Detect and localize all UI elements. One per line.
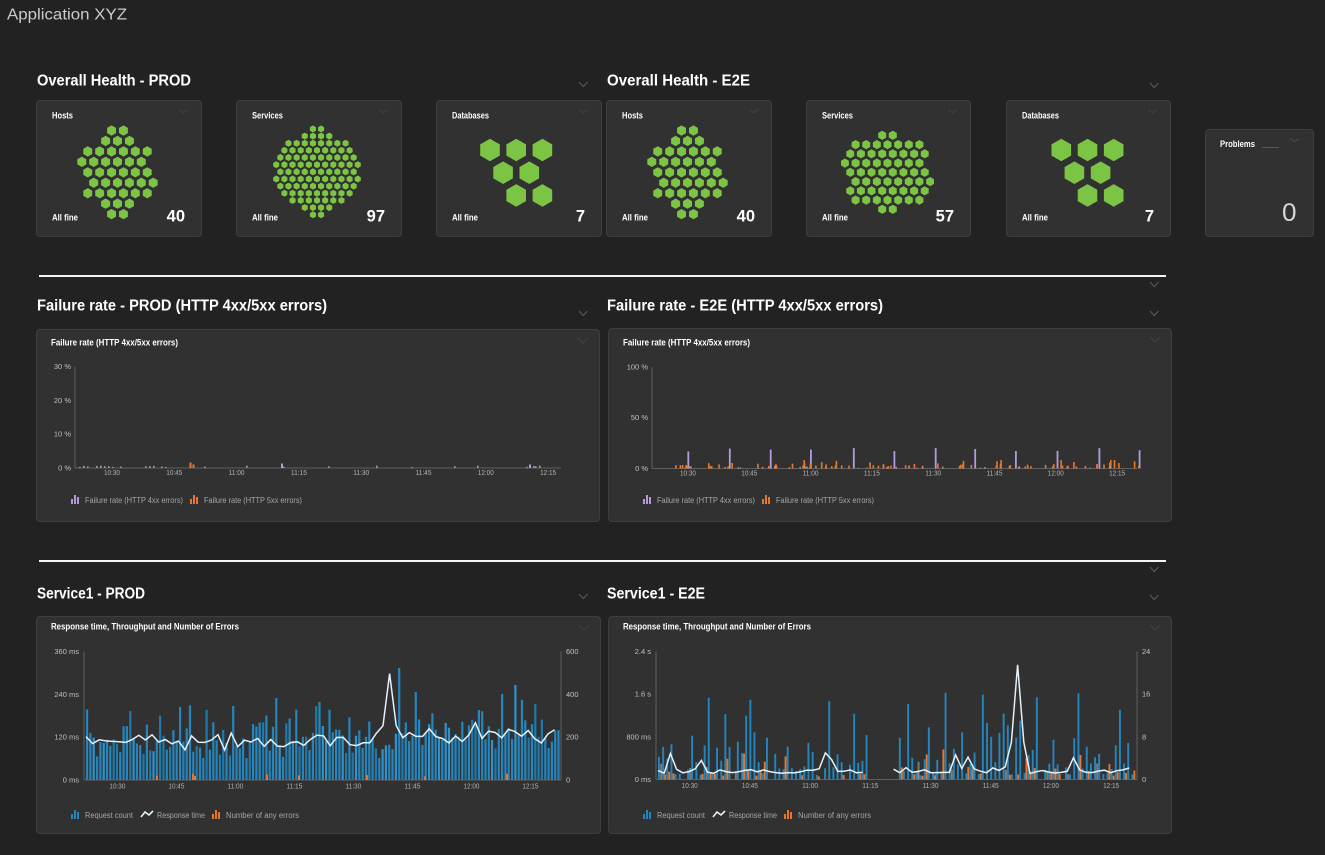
svg-text:50 %: 50 %	[631, 413, 648, 422]
svg-text:120 ms: 120 ms	[54, 733, 79, 742]
svg-text:Failure rate (HTTP 5xx errors): Failure rate (HTTP 5xx errors)	[204, 496, 302, 505]
svg-text:Failure rate (HTTP 4xx errors): Failure rate (HTTP 4xx errors)	[657, 496, 755, 505]
svg-text:40: 40	[737, 208, 755, 226]
svg-text:12:15: 12:15	[1103, 781, 1119, 790]
svg-text:12:15: 12:15	[1109, 469, 1125, 478]
svg-text:10:45: 10:45	[741, 469, 757, 478]
svg-text:97: 97	[367, 208, 385, 226]
svg-text:All fine: All fine	[452, 213, 478, 223]
svg-text:11:30: 11:30	[345, 782, 361, 791]
svg-text:All fine: All fine	[622, 213, 648, 223]
svg-text:Services: Services	[252, 111, 283, 121]
svg-text:11:15: 11:15	[864, 469, 880, 478]
svg-text:0: 0	[1282, 199, 1297, 227]
svg-text:11:30: 11:30	[353, 468, 369, 477]
svg-text:10:45: 10:45	[168, 782, 184, 791]
svg-text:Hosts: Hosts	[52, 111, 73, 121]
svg-text:Services: Services	[822, 111, 853, 121]
svg-text:10 %: 10 %	[54, 430, 71, 439]
svg-text:Response time: Response time	[729, 811, 777, 820]
svg-text:Request count: Request count	[85, 811, 134, 820]
svg-text:11:15: 11:15	[862, 781, 878, 790]
svg-text:Number of any errors: Number of any errors	[226, 811, 299, 820]
svg-text:11:15: 11:15	[291, 468, 307, 477]
svg-text:Failure rate (HTTP 4xx errors): Failure rate (HTTP 4xx errors)	[85, 496, 183, 505]
svg-text:Databases: Databases	[452, 111, 489, 121]
svg-text:Hosts: Hosts	[622, 111, 643, 121]
svg-text:Failure rate (HTTP 5xx errors): Failure rate (HTTP 5xx errors)	[776, 496, 874, 505]
svg-text:11:15: 11:15	[286, 782, 302, 791]
svg-text:0 ms: 0 ms	[63, 775, 80, 784]
svg-text:12:15: 12:15	[522, 782, 538, 791]
svg-text:Service1 - PROD: Service1 - PROD	[37, 586, 145, 603]
svg-text:16: 16	[1142, 690, 1150, 699]
svg-text:12:15: 12:15	[540, 468, 556, 477]
svg-text:7: 7	[576, 208, 585, 226]
svg-text:Service1 - E2E: Service1 - E2E	[607, 586, 705, 603]
svg-text:Number of any errors: Number of any errors	[798, 811, 871, 820]
svg-text:20 %: 20 %	[54, 396, 71, 405]
svg-text:1.6 s: 1.6 s	[635, 690, 652, 699]
svg-text:Failure rate - E2E (HTTP 4xx/5: Failure rate - E2E (HTTP 4xx/5xx errors)	[607, 298, 883, 315]
svg-text:2.4 s: 2.4 s	[635, 647, 652, 656]
svg-text:All fine: All fine	[1022, 213, 1048, 223]
svg-text:8: 8	[1142, 732, 1146, 741]
svg-text:12:00: 12:00	[478, 468, 494, 477]
svg-text:11:45: 11:45	[404, 782, 420, 791]
svg-text:Response time, Throughput and: Response time, Throughput and Number of …	[623, 622, 811, 632]
svg-text:11:00: 11:00	[229, 468, 245, 477]
svg-text:Failure rate (HTTP 4xx/5xx err: Failure rate (HTTP 4xx/5xx errors)	[623, 338, 750, 348]
svg-text:10:30: 10:30	[104, 468, 120, 477]
svg-text:11:45: 11:45	[987, 469, 1003, 478]
svg-text:Application XYZ: Application XYZ	[7, 7, 127, 24]
svg-text:Response time: Response time	[157, 811, 205, 820]
svg-text:All fine: All fine	[252, 213, 278, 223]
svg-text:11:30: 11:30	[923, 781, 939, 790]
svg-text:All fine: All fine	[822, 213, 848, 223]
svg-text:Failure rate - PROD (HTTP 4xx/: Failure rate - PROD (HTTP 4xx/5xx errors…	[37, 298, 327, 315]
svg-text:0 %: 0 %	[635, 464, 648, 473]
svg-text:10:45: 10:45	[742, 781, 758, 790]
svg-text:Request count: Request count	[657, 811, 706, 820]
svg-text:Problems: Problems	[1220, 139, 1255, 149]
svg-text:0: 0	[1142, 775, 1146, 784]
svg-text:200: 200	[566, 733, 579, 742]
svg-text:12:00: 12:00	[463, 782, 479, 791]
svg-text:100 %: 100 %	[627, 363, 649, 372]
svg-text:24: 24	[1142, 647, 1150, 656]
svg-text:12:00: 12:00	[1048, 469, 1064, 478]
svg-text:Databases: Databases	[1022, 111, 1059, 121]
svg-text:0 ms: 0 ms	[635, 775, 652, 784]
svg-text:0 %: 0 %	[58, 463, 71, 472]
svg-text:All fine: All fine	[52, 213, 78, 223]
svg-text:240 ms: 240 ms	[54, 690, 79, 699]
svg-text:Overall Health - E2E: Overall Health - E2E	[607, 73, 750, 90]
svg-text:600: 600	[566, 647, 579, 656]
svg-text:11:45: 11:45	[983, 781, 999, 790]
svg-text:400: 400	[566, 690, 579, 699]
svg-text:360 ms: 360 ms	[54, 647, 79, 656]
svg-text:11:45: 11:45	[416, 468, 432, 477]
svg-text:11:00: 11:00	[802, 781, 818, 790]
svg-text:11:30: 11:30	[925, 469, 941, 478]
svg-text:11:00: 11:00	[803, 469, 819, 478]
svg-text:11:00: 11:00	[227, 782, 243, 791]
svg-text:57: 57	[936, 208, 954, 226]
svg-text:Failure rate (HTTP 4xx/5xx err: Failure rate (HTTP 4xx/5xx errors)	[51, 338, 178, 348]
svg-text:10:30: 10:30	[680, 469, 696, 478]
svg-text:10:30: 10:30	[109, 782, 125, 791]
svg-text:Response time, Throughput and: Response time, Throughput and Number of …	[51, 622, 239, 632]
svg-text:0: 0	[566, 775, 570, 784]
svg-text:10:45: 10:45	[166, 468, 182, 477]
svg-text:40: 40	[167, 208, 185, 226]
svg-text:12:00: 12:00	[1043, 781, 1059, 790]
svg-text:30 %: 30 %	[54, 362, 71, 371]
svg-text:7: 7	[1145, 208, 1154, 226]
svg-text:800 ms: 800 ms	[626, 732, 651, 741]
svg-text:10:30: 10:30	[682, 781, 698, 790]
svg-text:Overall Health - PROD: Overall Health - PROD	[37, 73, 191, 90]
